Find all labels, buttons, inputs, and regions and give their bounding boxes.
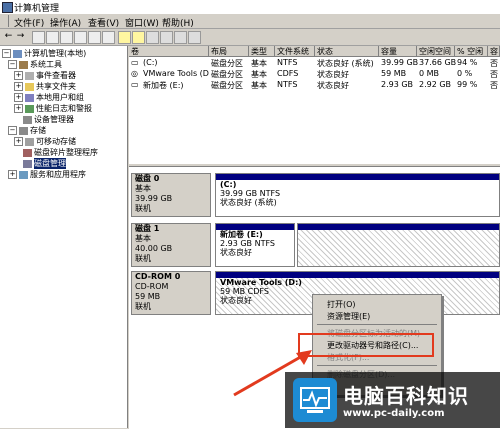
tree-node-storage[interactable]: − 存储 bbox=[8, 125, 46, 136]
partition-c[interactable]: (C:) 39.99 GB NTFS 状态良好 (系统) bbox=[215, 173, 500, 217]
shared-folder-icon bbox=[25, 82, 34, 91]
tree-node-device-manager[interactable]: 设备管理器 bbox=[23, 114, 74, 125]
storage-icon bbox=[19, 126, 28, 135]
title-bar: 计算机管理 bbox=[0, 0, 500, 14]
menu-help[interactable]: 帮助(H) bbox=[162, 16, 194, 29]
tree-node-shared-folders[interactable]: + 共享文件夹 bbox=[14, 81, 76, 92]
disk-name: 磁盘 0 bbox=[135, 174, 160, 183]
settings-icon[interactable] bbox=[188, 31, 201, 44]
tree-node-defragmenter[interactable]: 磁盘碎片整理程序 bbox=[23, 147, 98, 158]
watermark-url: www.pc-daily.com bbox=[343, 408, 445, 419]
disk-name: CD-ROM 0 bbox=[135, 272, 181, 281]
tree-node-disk-management[interactable]: 磁盘管理 bbox=[23, 158, 66, 169]
disk-management-icon bbox=[23, 159, 32, 168]
removable-storage-icon bbox=[25, 137, 34, 146]
menu-item-open[interactable]: 打开(O) bbox=[327, 299, 356, 310]
menu-separator bbox=[317, 365, 437, 366]
help-icon[interactable] bbox=[102, 31, 115, 44]
partition-bar bbox=[298, 224, 499, 230]
device-manager-icon bbox=[23, 115, 32, 124]
export-icon[interactable] bbox=[88, 31, 101, 44]
copy-icon[interactable] bbox=[146, 31, 159, 44]
watermark: 电脑百科知识 www.pc-daily.com bbox=[285, 372, 500, 428]
cdrom-0-label[interactable]: CD-ROM 0 CD-ROM 59 MB 联机 bbox=[131, 271, 211, 315]
menu-grip bbox=[8, 15, 9, 27]
tree-node-local-users[interactable]: + 本地用户和组 bbox=[14, 92, 84, 103]
refresh-icon[interactable] bbox=[74, 31, 87, 44]
computer-management-icon bbox=[2, 2, 13, 13]
watermark-title: 电脑百科知识 bbox=[343, 384, 469, 408]
disk-icon[interactable] bbox=[118, 31, 131, 44]
menu-view[interactable]: 查看(V) bbox=[88, 16, 119, 29]
volume-icon: ▭ bbox=[131, 58, 139, 67]
watermark-logo-icon bbox=[293, 378, 337, 422]
menu-window[interactable]: 窗口(W) bbox=[125, 16, 159, 29]
menu-item-explore[interactable]: 资源管理(E) bbox=[327, 311, 370, 322]
menu-bar: 文件(F) 操作(A) 查看(V) 窗口(W) 帮助(H) bbox=[0, 14, 500, 29]
tree-node-services-apps[interactable]: + 服务和应用程序 bbox=[8, 169, 86, 180]
performance-icon bbox=[25, 104, 34, 113]
column-header-type[interactable]: 类型 bbox=[249, 46, 275, 57]
disk-name: 磁盘 1 bbox=[135, 224, 160, 233]
back-icon[interactable]: ← bbox=[3, 31, 14, 42]
forward-icon[interactable]: → bbox=[15, 31, 26, 42]
pulse-icon bbox=[300, 387, 330, 413]
tree-node-event-viewer[interactable]: + 事件查看器 bbox=[14, 70, 76, 81]
disk-0-label[interactable]: 磁盘 0 基本 39.99 GB 联机 bbox=[131, 173, 211, 217]
column-header-capacity[interactable]: 容量 bbox=[379, 46, 417, 57]
services-icon bbox=[19, 170, 28, 179]
highlight-box bbox=[298, 333, 434, 357]
column-header-percent-free[interactable]: % 空闲 bbox=[455, 46, 488, 57]
show-tree-icon[interactable] bbox=[46, 31, 59, 44]
check-icon[interactable] bbox=[174, 31, 187, 44]
menu-file[interactable]: 文件(F) bbox=[14, 16, 44, 29]
column-header-layout[interactable]: 布局 bbox=[209, 46, 249, 57]
console-tree: − 计算机管理(本地) − 系统工具 + 事件查看器 + 共享文件夹 + 本地用户和组 +… bbox=[0, 46, 128, 428]
tree-node-performance-logs[interactable]: + 性能日志和警报 bbox=[14, 103, 92, 114]
unallocated-space[interactable] bbox=[297, 223, 500, 267]
menu-separator bbox=[317, 324, 437, 325]
up-icon[interactable] bbox=[32, 31, 45, 44]
column-header-fault-tolerance[interactable]: 容 bbox=[488, 46, 500, 57]
paste-icon[interactable] bbox=[160, 31, 173, 44]
folder-icon[interactable] bbox=[132, 31, 145, 44]
tree-node-removable-storage[interactable]: + 可移动存储 bbox=[14, 136, 76, 147]
disk-1-label[interactable]: 磁盘 1 基本 40.00 GB 联机 bbox=[131, 223, 211, 267]
event-viewer-icon bbox=[25, 71, 34, 80]
volume-icon: ▭ bbox=[131, 80, 139, 89]
column-header-filesystem[interactable]: 文件系统 bbox=[275, 46, 315, 57]
tree-node-system-tools[interactable]: − 系统工具 bbox=[8, 59, 62, 70]
column-header-volume[interactable]: 卷 bbox=[129, 46, 209, 57]
volume-list: 卷 布局 类型 文件系统 状态 容量 空闲空间 % 空闲 容 ▭ (C:) 磁盘… bbox=[129, 46, 500, 164]
column-header-status[interactable]: 状态 bbox=[315, 46, 379, 57]
properties-icon[interactable] bbox=[60, 31, 73, 44]
partition-e[interactable]: 新加卷 (E:) 2.93 GB NTFS 状态良好 bbox=[215, 223, 295, 267]
column-header-free-space[interactable]: 空闲空间 bbox=[417, 46, 455, 57]
computer-icon bbox=[13, 49, 22, 58]
users-icon bbox=[25, 93, 34, 102]
tree-node-computer-management[interactable]: − 计算机管理(本地) bbox=[2, 48, 86, 59]
toolbar: ← → bbox=[0, 29, 500, 46]
cd-icon: ◎ bbox=[131, 69, 138, 78]
window-title: 计算机管理 bbox=[14, 4, 60, 14]
menu-action[interactable]: 操作(A) bbox=[50, 16, 81, 29]
tools-icon bbox=[19, 60, 28, 69]
defrag-icon bbox=[23, 148, 32, 157]
